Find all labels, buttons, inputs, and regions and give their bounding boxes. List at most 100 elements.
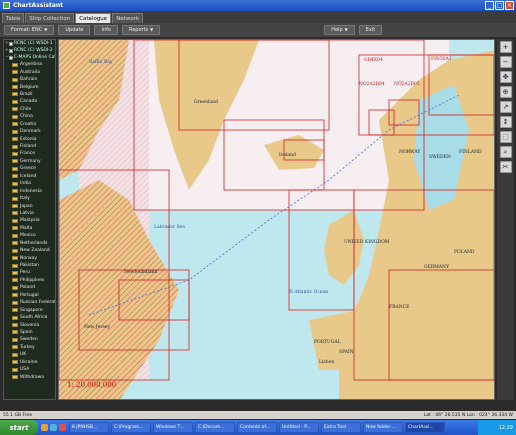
zoom-out-icon[interactable]: −: [499, 56, 512, 68]
tree-item-label: USA: [20, 367, 30, 373]
tree-item-country[interactable]: Mexico: [4, 232, 55, 239]
browser-icon[interactable]: [41, 424, 48, 431]
tab-ship-collection[interactable]: Ship Collection: [25, 13, 75, 23]
tree-item-country[interactable]: Germany: [4, 158, 55, 165]
minimize-button[interactable]: _: [485, 1, 494, 10]
title-bar[interactable]: ChartAssistant _ □ ×: [0, 0, 516, 11]
zoom-in-icon[interactable]: +: [499, 41, 512, 53]
taskbar-item[interactable]: Extra Tool: [321, 422, 361, 433]
tree-item-country[interactable]: Brazil: [4, 91, 55, 98]
tree-root[interactable]: −C-MAPS Online Catalogue: [4, 54, 55, 61]
route-icon[interactable]: ↗: [499, 101, 512, 113]
exit-button[interactable]: Exit: [358, 25, 383, 35]
tree-item-country[interactable]: Norway: [4, 254, 55, 261]
pan-icon[interactable]: ✥: [499, 71, 512, 83]
folder-icon: [12, 151, 18, 156]
chart-map[interactable]: Baffin Bay Greenland Iceland Labrador Se…: [58, 39, 495, 400]
reports-dropdown[interactable]: Reports ▼: [121, 25, 161, 35]
tree-item-country[interactable]: Portugal: [4, 292, 55, 299]
taskbar-item[interactable]: Windows T...: [153, 422, 193, 433]
tree-item-country[interactable]: Singapore: [4, 306, 55, 313]
checkbox[interactable]: [9, 41, 13, 46]
taskbar-item[interactable]: C:\Program...: [111, 422, 151, 433]
maximize-button[interactable]: □: [495, 1, 504, 10]
tree-item-label: Denmark: [20, 129, 41, 135]
tree-item-country[interactable]: Italy: [4, 195, 55, 202]
tree-item-country[interactable]: Belgium: [4, 83, 55, 90]
tab-table[interactable]: Table: [2, 13, 25, 23]
tree-item-country[interactable]: Denmark: [4, 128, 55, 135]
select-icon[interactable]: ⬚: [499, 131, 512, 143]
tree-item-country[interactable]: Turkey: [4, 344, 55, 351]
tree-item-country[interactable]: Bahrain: [4, 76, 55, 83]
tree-item-country[interactable]: Argentina: [4, 61, 55, 68]
checkbox[interactable]: [8, 55, 13, 60]
tree-item-country[interactable]: Russian Federation: [4, 299, 55, 306]
tree-item-country[interactable]: Greece: [4, 165, 55, 172]
tree-root[interactable]: + RCNC (C) WSDI-2: [4, 47, 55, 54]
tree-item-country[interactable]: Malta: [4, 225, 55, 232]
update-button[interactable]: Update: [58, 25, 91, 35]
search-icon[interactable]: ⌕: [499, 146, 512, 158]
target-icon[interactable]: ⊕: [499, 86, 512, 98]
close-button[interactable]: ×: [505, 1, 514, 10]
start-button[interactable]: start: [0, 420, 38, 435]
tree-item-country[interactable]: Estonia: [4, 135, 55, 142]
taskbar: start 8 JPNHSB... C:\Program... Windows T.…: [0, 420, 516, 435]
tree-item-country[interactable]: Pakistan: [4, 262, 55, 269]
tree-item-country[interactable]: Finland: [4, 143, 55, 150]
tree-item-country[interactable]: Indonesia: [4, 187, 55, 194]
taskbar-item[interactable]: 8 JPNHSB...: [69, 422, 109, 433]
tree-item-country[interactable]: Australia: [4, 68, 55, 75]
tree-item-country[interactable]: Peru: [4, 269, 55, 276]
tree-item-country[interactable]: UK: [4, 351, 55, 358]
tree-item-country[interactable]: Slovenia: [4, 321, 55, 328]
map-canvas[interactable]: [59, 40, 495, 400]
tree-item-country[interactable]: Netherlands: [4, 240, 55, 247]
tree-item-country[interactable]: China: [4, 113, 55, 120]
tools-icon[interactable]: ✂: [499, 161, 512, 173]
tab-network[interactable]: Network: [112, 13, 144, 23]
help-dropdown[interactable]: Help ▼: [324, 25, 355, 35]
tree-item-country[interactable]: Japan: [4, 202, 55, 209]
tree-item-label: Withdrawn: [20, 374, 45, 380]
tree-item-country[interactable]: Philippines: [4, 277, 55, 284]
tree-item-country[interactable]: Poland: [4, 284, 55, 291]
taskbar-item[interactable]: New folder ...: [363, 422, 403, 433]
tree-item-country[interactable]: Canada: [4, 98, 55, 105]
tree-item-country[interactable]: Latvia: [4, 210, 55, 217]
info-button[interactable]: Info: [94, 25, 118, 35]
catalogue-tree[interactable]: + RCNC (C) WSDI-1 + RCNC (C) WSDI-2− C-MAPS …: [3, 39, 56, 400]
measure-icon[interactable]: ↕: [499, 116, 512, 128]
tree-item-country[interactable]: Ukraine: [4, 359, 55, 366]
tree-item-country[interactable]: Sweden: [4, 336, 55, 343]
tree-item-country[interactable]: Iceland: [4, 173, 55, 180]
tree-item-country[interactable]: Withdrawn: [4, 373, 55, 380]
folder-icon: [12, 137, 18, 142]
tree-item-label: Finland: [20, 144, 37, 150]
taskbar-item[interactable]: ChartAssi...: [405, 422, 445, 433]
taskbar-item[interactable]: Contents of...: [237, 422, 277, 433]
tree-item-label: India: [20, 181, 32, 187]
tree-item-country[interactable]: India: [4, 180, 55, 187]
media-icon[interactable]: [59, 424, 66, 431]
tree-item-country[interactable]: Croatia: [4, 121, 55, 128]
taskbar-item[interactable]: C:\Docum...: [195, 422, 235, 433]
tree-item-label: Germany: [20, 158, 41, 164]
format-dropdown[interactable]: Format: ENC ▼: [4, 25, 55, 35]
folder-icon: [12, 270, 18, 275]
tree-root[interactable]: + RCNC (C) WSDI-1: [4, 40, 55, 47]
tree-item-country[interactable]: Malaysia: [4, 217, 55, 224]
tree-item-country[interactable]: USA: [4, 366, 55, 373]
help-label: Help: [331, 27, 343, 33]
tab-catalogue[interactable]: Catalogue: [75, 13, 112, 23]
tree-item-country[interactable]: South Africa: [4, 314, 55, 321]
checkbox[interactable]: [9, 48, 13, 53]
tree-item-label: Estonia: [20, 136, 37, 142]
tree-item-country[interactable]: Chile: [4, 106, 55, 113]
explorer-icon[interactable]: [50, 424, 57, 431]
taskbar-item[interactable]: Untitled - P...: [279, 422, 319, 433]
tree-item-country[interactable]: Spain: [4, 329, 55, 336]
tree-item-country[interactable]: France: [4, 150, 55, 157]
tree-item-country[interactable]: New Zealand: [4, 247, 55, 254]
